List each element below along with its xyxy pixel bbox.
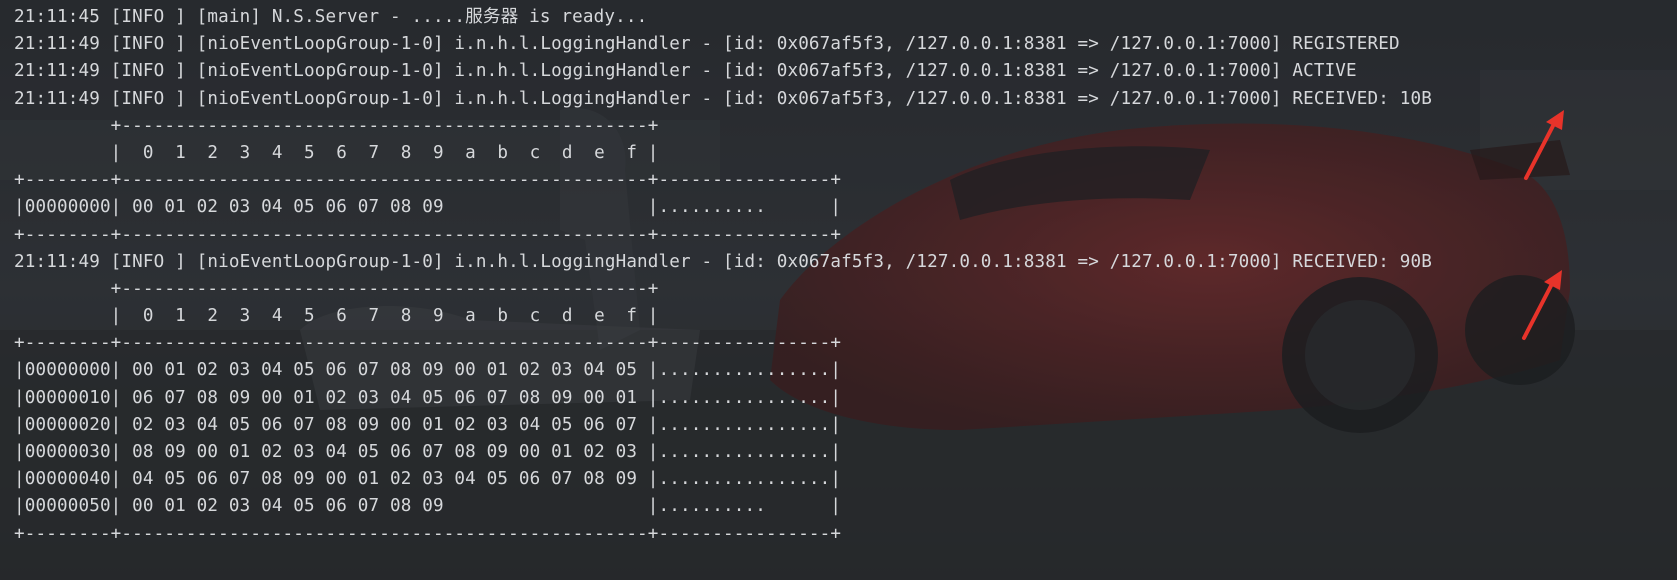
hexdump-line: +--------+------------------------------… xyxy=(14,224,842,245)
annotation-arrow-icon xyxy=(1524,110,1564,180)
hexdump-line: |00000000| 00 01 02 03 04 05 06 07 08 09… xyxy=(14,360,842,381)
log-line: 21:11:49 [INFO ] [nioEventLoopGroup-1-0]… xyxy=(14,88,1432,109)
log-line: 21:11:49 [INFO ] [nioEventLoopGroup-1-0]… xyxy=(14,34,1400,55)
annotation-arrow-icon xyxy=(1522,270,1562,340)
hexdump-line: |00000030| 08 09 00 01 02 03 04 05 06 07… xyxy=(14,442,842,462)
hexdump-line: |00000040| 04 05 06 07 08 09 00 01 02 03… xyxy=(14,469,842,490)
hexdump-line: +--------+------------------------------… xyxy=(14,523,842,544)
hexdump-line: |00000000| 00 01 02 03 04 05 06 07 08 09… xyxy=(14,197,842,218)
hexdump-line: +--------+------------------------------… xyxy=(14,170,842,191)
hexdump-line: | 0 1 2 3 4 5 6 7 8 9 a b c d e f | xyxy=(14,306,659,327)
terminal-output[interactable]: 21:11:45 [INFO ] [main] N.S.Server - ...… xyxy=(14,4,1677,580)
log-line: 21:11:49 [INFO ] [nioEventLoopGroup-1-0]… xyxy=(14,61,1357,82)
log-line: 21:11:49 [INFO ] [nioEventLoopGroup-1-0]… xyxy=(14,251,1432,272)
hexdump-line: |00000020| 02 03 04 05 06 07 08 09 00 01… xyxy=(14,414,842,435)
hexdump-line: +--------+------------------------------… xyxy=(14,333,842,354)
hexdump-line: | 0 1 2 3 4 5 6 7 8 9 a b c d e f | xyxy=(14,142,659,163)
hexdump-line: +---------------------------------------… xyxy=(14,278,659,299)
hexdump-line: |00000050| 00 01 02 03 04 05 06 07 08 09… xyxy=(14,496,842,517)
hexdump-line: +---------------------------------------… xyxy=(14,115,659,136)
log-line: 21:11:45 [INFO ] [main] N.S.Server - ...… xyxy=(14,7,648,27)
hexdump-line: |00000010| 06 07 08 09 00 01 02 03 04 05… xyxy=(14,387,842,408)
